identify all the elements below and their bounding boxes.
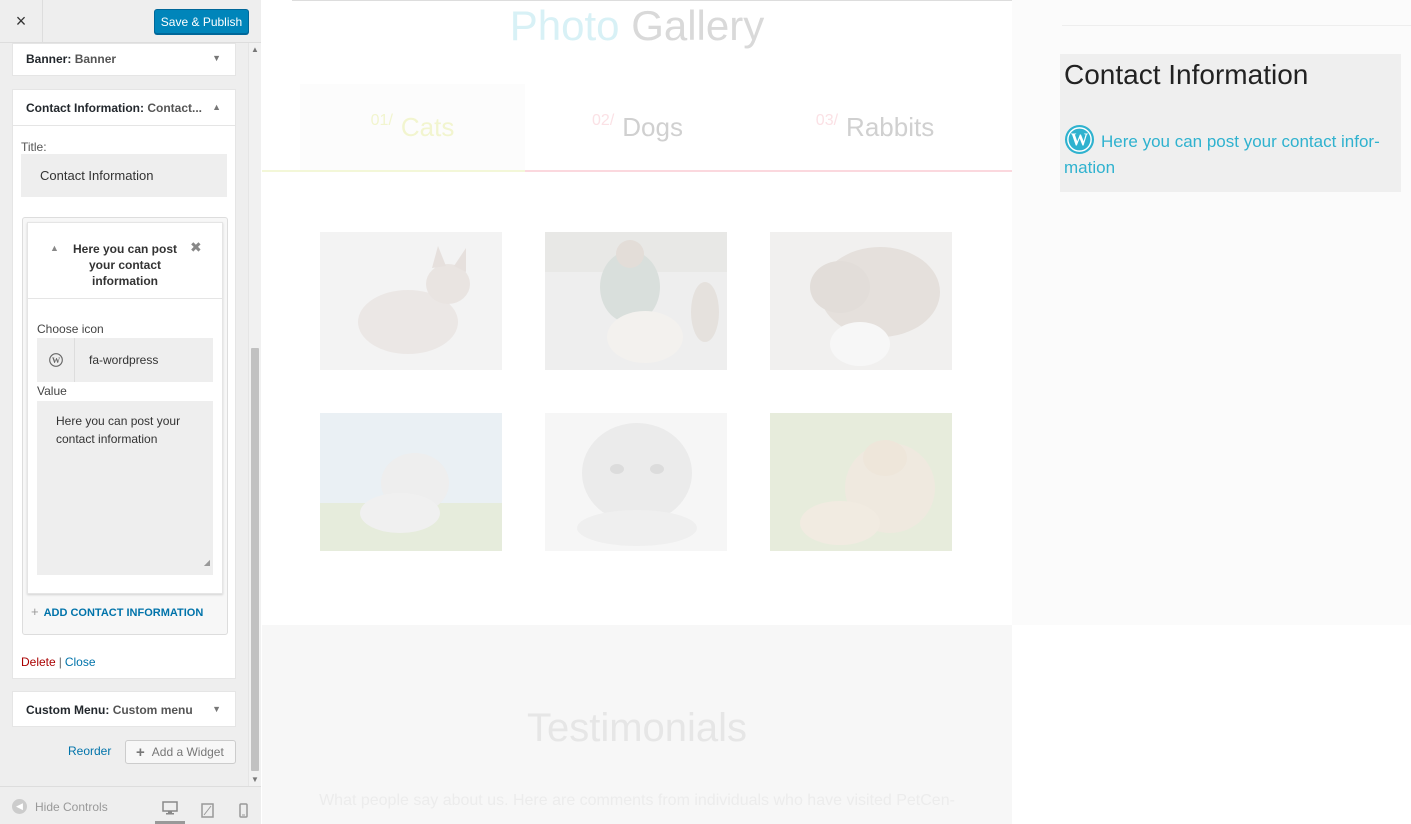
svg-text:W: W [51,356,60,365]
hide-controls-button[interactable]: ◀ Hide Controls [12,799,108,814]
widget-custom-menu[interactable]: Custom Menu: Custom menu ▼ [12,691,236,727]
gallery-photo-golden-retriever[interactable] [770,413,952,551]
site-preview: Photo Gallery 01/Cats 02/Dogs 03/Rabbits [262,0,1411,824]
separator: | [58,655,62,669]
delete-link[interactable]: Delete [21,655,56,669]
repeater-item-title: Here you can post your contact informati… [72,242,178,288]
wordpress-icon: W [37,338,75,382]
add-widget-button[interactable]: + Add a Widget [125,740,236,764]
gallery-photo-vet-dog[interactable] [545,232,727,370]
tab-cats[interactable]: 01/Cats [300,84,525,170]
wordpress-icon: W [1064,124,1095,155]
desktop-preview-button[interactable] [155,795,185,824]
tablet-preview-button[interactable] [192,795,222,824]
tablet-icon [200,802,214,818]
scroll-thumb[interactable] [251,348,259,771]
widget-title: Banner: Banner [26,52,117,66]
close-customizer-button[interactable]: × [0,0,43,43]
contact-information-heading: Contact Information [1064,59,1309,90]
contact-information-item[interactable]: W Here you can post your contact infor-m… [1064,124,1398,181]
active-tab-underline [262,170,525,172]
gallery-photo-sphynx-cat[interactable] [320,232,502,370]
scroll-up-icon[interactable]: ▲ [251,45,259,54]
gallery-photo-husky-puppy[interactable] [320,413,502,551]
value-textarea[interactable]: Here you can post your contact informati… [37,401,213,575]
testimonials-subtitle: What people say about us. Here are comme… [319,792,955,809]
divider [292,0,1012,1]
widgets-panel: Banner: Banner ▼ Contact Information: Co… [0,43,248,786]
widget-title: Custom Menu: Custom menu [26,703,193,717]
scroll-down-icon[interactable]: ▼ [251,775,259,784]
desktop-icon [162,801,178,815]
chevron-down-icon[interactable]: ▼ [212,53,221,63]
svg-text:W: W [1071,129,1089,149]
add-contact-information-button[interactable]: + ADD CONTACT INFORMATION [31,604,203,619]
sidebar-scrollbar[interactable]: ▲ ▼ [248,43,261,786]
customizer-sidebar: × Save & Publish Banner: Banner ▼ Contac… [0,0,261,824]
collapse-icon: ◀ [12,799,27,814]
repeater-item: ▲ Here you can post your contact informa… [27,222,223,594]
close-link[interactable]: Close [65,655,96,669]
plus-icon: + [31,604,39,619]
widget-contact-information: Contact Information: Contact... ▲ Title:… [12,89,236,679]
gallery-photo-persian-kitten[interactable] [545,413,727,551]
widget-header[interactable]: Contact Information: Contact... ▲ [13,90,235,126]
reorder-link[interactable]: Reorder [68,744,111,758]
tab-dogs[interactable]: 02/Dogs [525,84,750,170]
customizer-header: × Save & Publish [0,0,261,43]
chevron-up-icon[interactable]: ▲ [50,243,59,253]
photo-gallery-title: Photo Gallery [509,2,765,49]
title-input[interactable]: Contact Information [21,154,227,197]
customizer-footer: ◀ Hide Controls [0,786,261,824]
contact-information-widget: Contact Information W Here you can post … [1060,54,1401,192]
main-content: Photo Gallery 01/Cats 02/Dogs 03/Rabbits [262,0,1012,824]
resize-grip-icon[interactable]: ◢ [204,554,210,572]
mobile-icon [238,802,248,818]
icon-select[interactable]: W fa-wordpress [37,338,213,382]
icon-name: fa-wordpress [89,353,159,367]
testimonials-title: Testimonials [526,706,748,750]
divider [1062,25,1411,26]
chevron-up-icon[interactable]: ▲ [212,102,221,112]
mobile-preview-button[interactable] [228,795,258,824]
value-label: Value [37,384,67,398]
title-label: Title: [21,140,47,154]
tab-rabbits[interactable]: 03/Rabbits [750,84,1000,170]
remove-icon[interactable]: ✖ [190,239,202,256]
widget-actions: Delete | Close [21,655,96,669]
contact-repeater: ▲ Here you can post your contact informa… [22,217,228,635]
save-publish-button[interactable]: Save & Publish [154,9,249,34]
widget-title: Contact Information: Contact... [26,101,203,115]
widget-banner[interactable]: Banner: Banner ▼ [12,43,236,76]
choose-icon-label: Choose icon [37,322,104,336]
repeater-item-header[interactable]: ▲ Here you can post your contact informa… [28,223,222,299]
gallery-tabs: 01/Cats 02/Dogs 03/Rabbits [262,84,1012,172]
gallery-photo-tabby-cat[interactable] [770,232,952,370]
plus-icon: + [136,743,145,761]
chevron-down-icon[interactable]: ▼ [212,704,221,714]
value-text: Here you can post your contact informati… [56,414,181,446]
